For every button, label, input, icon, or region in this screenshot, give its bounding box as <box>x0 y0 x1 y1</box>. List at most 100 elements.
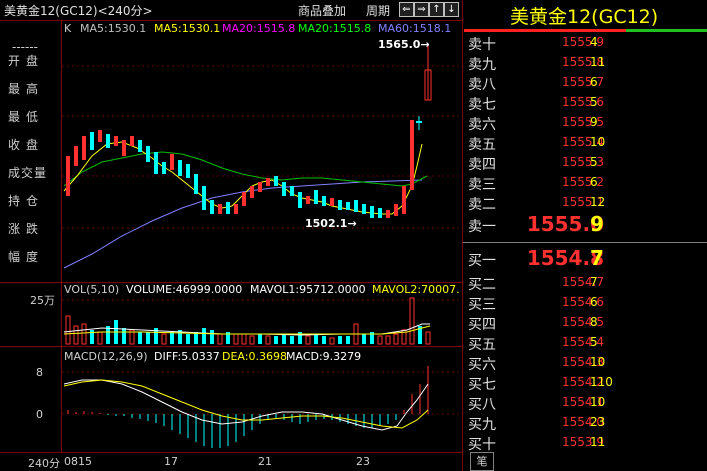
add-product-button[interactable]: 商品叠加 <box>298 2 346 19</box>
candle <box>138 140 142 152</box>
ask-row: 卖七 1555.6 5 <box>464 92 707 113</box>
volume-macd-divider <box>0 346 462 347</box>
volume-bar <box>377 335 383 345</box>
candle <box>282 182 286 196</box>
ask-label: 卖三 <box>468 177 496 193</box>
ticks-tab[interactable]: 笔 <box>470 452 494 471</box>
volume-bar <box>217 333 223 345</box>
best-ask-label: 卖一 <box>468 219 496 235</box>
nav-down-icon[interactable]: ↓ <box>444 2 459 17</box>
bid-row: 买二 1554.7 7 <box>464 272 707 293</box>
side-label-open: 开盘 <box>8 54 45 68</box>
volume-value: VOLUME:46999.0000 <box>126 283 243 296</box>
candle <box>410 120 414 190</box>
candle <box>338 200 342 210</box>
ask-label: 卖九 <box>468 57 496 73</box>
candle <box>298 192 302 208</box>
volume-bar <box>274 336 278 344</box>
ask-row: 卖六 1555.5 9 <box>464 112 707 133</box>
candle <box>90 132 94 150</box>
bid-row: 买五 1554.4 5 <box>464 332 707 353</box>
best-bid-row: 买一 1554.8 7 <box>464 246 707 274</box>
bid-volume: 7 <box>590 275 598 289</box>
macd-axis-label-0: 0 <box>36 408 43 421</box>
ask-volume: 5 <box>590 95 598 109</box>
ma5-yellow-indicator: MA5:1530.1 <box>154 22 221 35</box>
candle <box>66 156 70 196</box>
ma20-line <box>63 151 428 187</box>
period-button[interactable]: 周期 <box>366 2 390 19</box>
ma60-indicator: MA60:1518.1 <box>378 22 452 35</box>
bid-label: 买八 <box>468 397 496 413</box>
candle <box>322 196 326 206</box>
candlestick-chart <box>62 46 462 269</box>
ask-row: 卖五 1555.4 10 <box>464 132 707 153</box>
ask-label: 卖七 <box>468 97 496 113</box>
bid-label: 买九 <box>468 417 496 433</box>
ask-volume: 6 <box>590 175 598 189</box>
side-label-change: 涨跌 <box>8 222 45 236</box>
volume-bar <box>186 334 190 344</box>
bid-row: 买六 1554.3 10 <box>464 352 707 373</box>
ask-label: 卖四 <box>468 157 496 173</box>
volume-bar <box>138 332 142 344</box>
candle <box>346 202 350 210</box>
candle <box>82 136 86 160</box>
bid-row: 买三 1554.6 6 <box>464 292 707 313</box>
candle <box>314 190 318 204</box>
ask-row: 卖二 1555.1 12 <box>464 192 707 213</box>
volume-bar <box>346 336 350 344</box>
candle <box>130 136 134 146</box>
volume-bar <box>249 335 255 345</box>
macd-histogram <box>67 366 429 448</box>
ask-volume: 4 <box>590 35 598 49</box>
chart-title: 美黄金12(GC12)<240分> <box>4 4 153 18</box>
best-ask-volume: 9 <box>590 212 604 236</box>
side-label-open-interest: 持仓 <box>8 194 45 208</box>
bid-row: 买九 1554.0 23 <box>464 412 707 433</box>
mavol2-value: MAVOL2:70007. <box>372 283 460 296</box>
ask-row: 卖九 1555.8 11 <box>464 52 707 73</box>
candle <box>234 204 238 214</box>
macd-indicator-label: MACD(12,26,9) <box>64 350 148 363</box>
bid-volume: 11 <box>590 435 606 449</box>
volume-bar <box>322 336 326 344</box>
bid-volume: 10 <box>590 355 606 369</box>
ma5-indicator: MA5:1530.1 <box>80 22 147 35</box>
bid-label: 买三 <box>468 297 496 313</box>
ask-volume: 10 <box>590 135 606 149</box>
ask-row: 卖十 1555.9 4 <box>464 32 707 53</box>
macd-chart <box>62 366 462 448</box>
side-label-range: 幅度 <box>8 250 45 264</box>
candle <box>178 160 182 176</box>
bid-row: 买八 1554.1 10 <box>464 392 707 413</box>
volume-bar <box>314 334 318 344</box>
volume-chart <box>62 297 462 345</box>
volume-bar <box>170 332 174 344</box>
candle <box>290 186 294 196</box>
ask-row: 卖四 1555.3 5 <box>464 152 707 173</box>
volume-bar <box>202 328 206 344</box>
bid-label: 买四 <box>468 317 496 333</box>
bid-volume: 10 <box>590 395 606 409</box>
candle <box>370 206 374 218</box>
volume-bar <box>393 333 399 345</box>
nav-up-icon[interactable]: ↑ <box>429 2 444 17</box>
ask-row: 卖三 1555.2 6 <box>464 172 707 193</box>
nav-left-icon[interactable]: ⇐ <box>399 2 414 17</box>
bid-label: 买二 <box>468 277 496 293</box>
bid-row: 买四 1554.5 8 <box>464 312 707 333</box>
volume-bar <box>241 333 247 345</box>
bid-row: 买七 1554.2 110 <box>464 372 707 393</box>
diff-value: DIFF:5.0337 <box>154 350 220 363</box>
candle <box>362 204 366 214</box>
candle <box>250 186 254 198</box>
nav-right-icon[interactable]: ⇒ <box>414 2 429 17</box>
ask-label: 卖十 <box>468 37 496 53</box>
candle <box>266 178 270 186</box>
volume-bar <box>233 333 239 345</box>
volume-axis-label: 25万 <box>30 294 55 307</box>
ask-volume: 12 <box>590 195 606 209</box>
x-axis-divider <box>0 452 462 453</box>
candle <box>210 200 214 214</box>
